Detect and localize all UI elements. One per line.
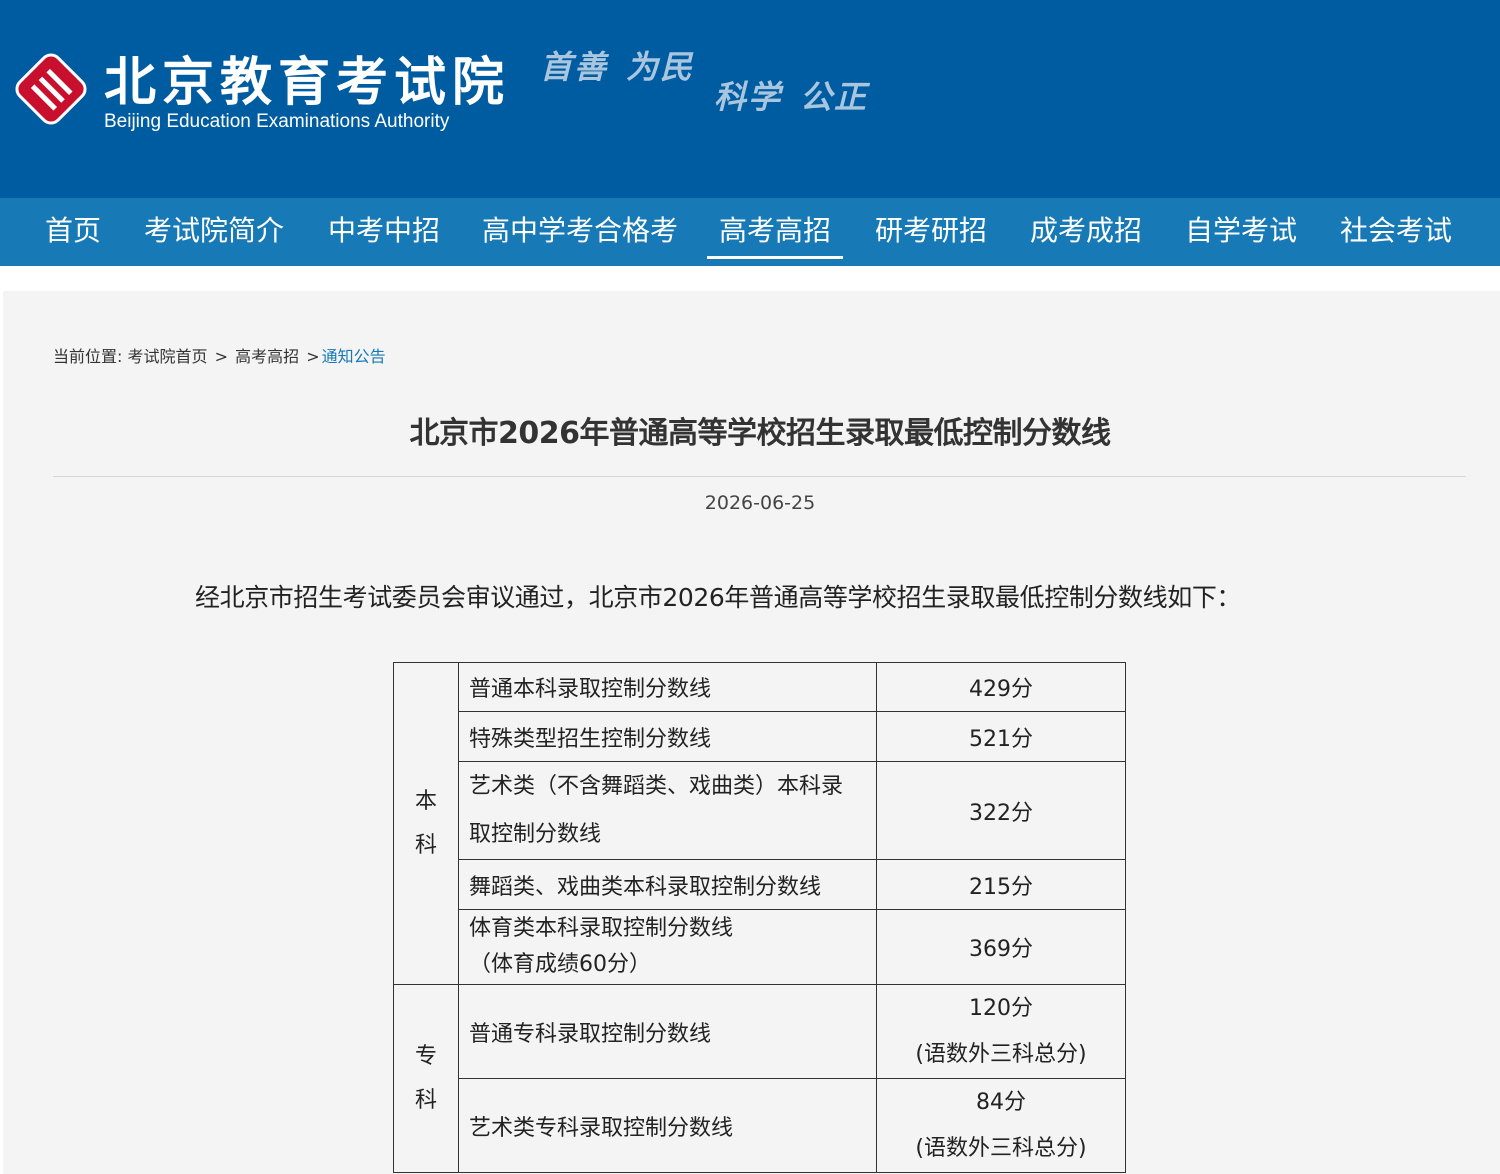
breadcrumb-link-gaokao[interactable]: 高考高招 — [235, 347, 299, 366]
publish-date: 2026-06-25 — [704, 492, 816, 514]
page-title: 北京市2026年普通高等学校招生录取最低控制分数线 — [409, 416, 1112, 451]
category-char: 本 — [414, 788, 437, 814]
table-row: 舞蹈类、戏曲类本科录取控制分数线 215分 — [394, 859, 1126, 910]
breadcrumb-link-notices[interactable]: 通知公告 — [322, 347, 386, 366]
score-value: 120分 — [969, 995, 1033, 1021]
value-cell: 215分 — [876, 859, 1126, 910]
category-char: 科 — [414, 832, 437, 858]
score-value: 429分 — [969, 677, 1033, 702]
table-row: 专 科 普通专科录取控制分数线 120分 (语数外三科总分) — [393, 984, 1126, 1173]
article-intro: 经北京市招生考试委员会审议通过，北京市2026年普通高等学校招生录取最低控制分数… — [195, 583, 1242, 612]
motto-text: 首善 — [540, 48, 609, 86]
article-panel: 当前位置: 考试院首页 > 高考高招 > 通知公告 北京市2026年普通高等学校招… — [3, 291, 1500, 1174]
category-cell: 本 科 — [393, 662, 459, 985]
nav-item-shehui[interactable]: 社会考试 — [1340, 198, 1452, 266]
item-cell: 艺术类（不含舞蹈类、戏曲类）本科录 取控制分数线 — [458, 761, 877, 860]
motto-text: 公正 — [800, 78, 869, 116]
title-divider — [53, 476, 1466, 477]
score-value: 521分 — [969, 726, 1033, 752]
item-cell: 舞蹈类、戏曲类本科录取控制分数线 — [458, 859, 877, 910]
breadcrumb-link-home[interactable]: 考试院首页 — [128, 347, 208, 366]
value-cell: 521分 — [876, 711, 1126, 762]
breadcrumb-separator: > — [306, 347, 320, 366]
logo-title-en: Beijing Education Examinations Authority — [104, 111, 450, 132]
breadcrumb-prefix: 当前位置: — [53, 347, 123, 366]
item-cell: 普通本科录取控制分数线 — [458, 662, 877, 712]
value-cell: 369分 — [876, 909, 1126, 985]
item-label: 舞蹈类、戏曲类本科录取控制分数线 — [469, 874, 822, 900]
item-cell: 特殊类型招生控制分数线 — [458, 711, 877, 762]
table-row: 本 科 普通本科录取控制分数线 429分 — [393, 662, 1126, 985]
category-char: 专 — [414, 1043, 437, 1069]
logo-title-cn[interactable]: 北京教育考试院 — [104, 40, 510, 115]
nav-item-about[interactable]: 考试院简介 — [144, 198, 284, 266]
category-char: 科 — [414, 1087, 437, 1113]
nav-item-home[interactable]: 首页 — [45, 198, 101, 266]
score-note: (语数外三科总分) — [915, 1041, 1087, 1067]
score-table: 本 科 普通本科录取控制分数线 429分 特殊类型招生控制分数线 521分 艺术… — [393, 662, 1126, 1173]
table-row: 体育类本科录取控制分数线 （体育成绩60分） 369分 — [394, 909, 1126, 985]
value-cell: 322分 — [876, 761, 1126, 860]
item-label: 特殊类型招生控制分数线 — [469, 726, 712, 752]
item-cell: 艺术类专科录取控制分数线 — [458, 1078, 877, 1173]
score-value: 84分 — [976, 1089, 1026, 1115]
score-value: 322分 — [969, 800, 1033, 826]
main-nav: 首页 考试院简介 中考中招 高中学考合格考 高考高招 研考研招 成考成招 自学考… — [0, 198, 1500, 266]
value-cell: 120分 (语数外三科总分) — [876, 984, 1126, 1079]
item-cell: 普通专科录取控制分数线 — [458, 984, 877, 1079]
item-label: 普通专科录取控制分数线 — [469, 1021, 712, 1047]
item-cell: 体育类本科录取控制分数线 （体育成绩60分） — [458, 909, 877, 985]
category-cell: 专 科 — [393, 984, 459, 1173]
motto-text: 科学 — [714, 78, 783, 116]
nav-item-xuekao[interactable]: 高中学考合格考 — [482, 198, 678, 266]
item-label: 体育类本科录取控制分数线 — [469, 916, 734, 941]
nav-item-gaokao[interactable]: 高考高招 — [706, 198, 844, 266]
score-value: 369分 — [969, 937, 1033, 962]
nav-item-zhongkao[interactable]: 中考中招 — [328, 198, 440, 266]
table-row: 艺术类专科录取控制分数线 84分 (语数外三科总分) — [394, 1078, 1126, 1173]
item-label: 普通本科录取控制分数线 — [469, 677, 712, 702]
score-value: 215分 — [969, 874, 1033, 900]
table-row: 特殊类型招生控制分数线 521分 — [394, 711, 1126, 762]
item-label: 取控制分数线 — [469, 821, 602, 847]
nav-item-chengkao[interactable]: 成考成招 — [1030, 198, 1142, 266]
breadcrumb-separator: > — [214, 347, 229, 366]
logo-emblem-icon[interactable] — [10, 48, 92, 130]
breadcrumb: 当前位置: 考试院首页 > 高考高招 > 通知公告 — [53, 343, 386, 367]
value-cell: 84分 (语数外三科总分) — [876, 1078, 1126, 1173]
header-gap — [0, 266, 1500, 291]
table-row: 艺术类（不含舞蹈类、戏曲类）本科录 取控制分数线 322分 — [394, 761, 1126, 860]
item-label: 艺术类（不含舞蹈类、戏曲类）本科录 — [469, 773, 844, 799]
site-header: 北京教育考试院 Beijing Education Examinations A… — [0, 0, 1500, 198]
item-label: 艺术类专科录取控制分数线 — [469, 1115, 734, 1141]
nav-item-zikao[interactable]: 自学考试 — [1185, 198, 1297, 266]
item-label: （体育成绩60分） — [469, 952, 651, 977]
nav-item-yankao[interactable]: 研考研招 — [875, 198, 987, 266]
motto-text: 为民 — [626, 48, 695, 86]
value-cell: 429分 — [876, 662, 1126, 712]
score-note: (语数外三科总分) — [915, 1135, 1087, 1161]
